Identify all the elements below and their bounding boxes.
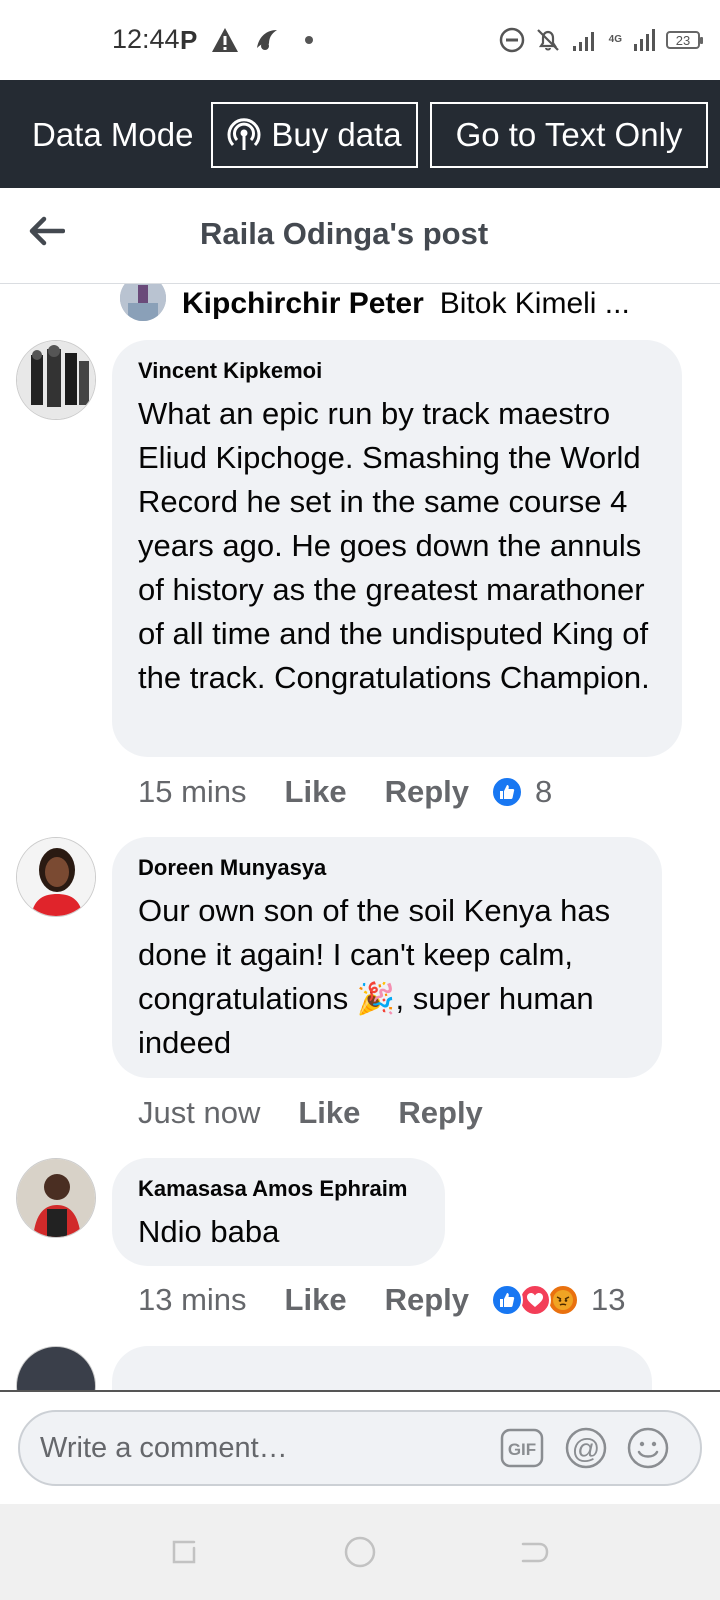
comment-bubble[interactable]: Vincent Kipkemoi What an epic run by tra…	[112, 340, 682, 757]
avatar[interactable]	[16, 837, 96, 917]
data-mode-bar: Data Mode Buy data Go to Text Only	[0, 80, 720, 188]
signal-icon-2	[634, 29, 655, 51]
system-nav-bar	[0, 1504, 720, 1600]
mention-label: @	[572, 1433, 600, 1464]
text-only-label: Go to Text Only	[455, 116, 683, 153]
comment-text: Ndio baba	[138, 1214, 280, 1249]
comment-bubble[interactable]	[112, 1346, 652, 1390]
smiley-icon	[627, 1427, 669, 1469]
buy-data-button[interactable]: Buy data	[211, 102, 418, 168]
reply-preview-text: Bitok Kimeli ...	[439, 287, 630, 320]
avatar[interactable]	[16, 340, 96, 420]
comments-feed[interactable]: Kipchirchir Peter Bitok Kimeli ... Vince…	[0, 284, 720, 1390]
home-icon	[344, 1536, 376, 1568]
back-nav-button[interactable]	[516, 1534, 552, 1570]
emoji-button[interactable]	[626, 1426, 670, 1470]
like-reaction-icon	[491, 776, 523, 808]
do-not-disturb-icon	[499, 27, 524, 53]
comment-actions: Just now Like Reply	[138, 1093, 521, 1133]
silent-bell-icon	[536, 29, 559, 51]
avatar[interactable]	[16, 1346, 96, 1390]
post-header: Raila Odinga's post	[0, 188, 720, 284]
love-reaction-icon	[519, 1284, 551, 1316]
reactions-summary[interactable]: 8	[491, 774, 552, 810]
home-button[interactable]	[342, 1534, 378, 1570]
mention-icon: @	[565, 1427, 607, 1469]
reactions-summary[interactable]: 13	[491, 1282, 625, 1318]
comment-bubble[interactable]: Doreen Munyasya Our own son of the soil …	[112, 837, 662, 1078]
gif-button[interactable]: GIF	[500, 1426, 544, 1470]
status-time: 12:44	[112, 24, 180, 54]
reply-button[interactable]: Reply	[385, 774, 469, 810]
status-bar: 12:44 P 4G 23	[0, 0, 720, 80]
text-only-button[interactable]: Go to Text Only	[430, 102, 708, 168]
p-icon: P	[180, 24, 198, 55]
back-button[interactable]	[26, 210, 68, 252]
comment-composer-area: GIF @	[0, 1390, 720, 1504]
angry-reaction-icon	[547, 1284, 579, 1316]
comment-input[interactable]	[40, 1426, 480, 1470]
app-notification-icon	[257, 30, 278, 50]
like-button[interactable]: Like	[285, 1282, 347, 1318]
reaction-count: 8	[535, 774, 553, 809]
like-button[interactable]: Like	[285, 774, 347, 810]
broadcast-icon	[227, 118, 261, 150]
commenter-name[interactable]: Vincent Kipkemoi	[138, 358, 656, 384]
like-reaction-icon	[491, 1284, 523, 1316]
commenter-name[interactable]: Kipchirchir Peter	[182, 287, 424, 321]
comment-text: What an epic run by track maestro Eliud …	[138, 396, 650, 695]
back-nav-icon	[521, 1542, 549, 1563]
comment-text: Our own son of the soil Kenya has done i…	[138, 889, 636, 1065]
comment-actions: 15 mins Like Reply 8	[138, 772, 552, 812]
commenter-name[interactable]: Doreen Munyasya	[138, 855, 636, 881]
network-type-label: 4G	[608, 34, 622, 45]
reaction-count: 13	[591, 1282, 626, 1317]
gif-icon: GIF	[500, 1428, 544, 1468]
like-button[interactable]: Like	[298, 1095, 360, 1131]
party-popper-emoji: 🎉	[356, 981, 396, 1016]
comment-time[interactable]: Just now	[138, 1095, 260, 1131]
avatar[interactable]	[120, 284, 166, 321]
comment-time[interactable]: 13 mins	[138, 1282, 247, 1318]
commenter-name[interactable]: Kamasasa Amos Ephraim	[138, 1176, 419, 1202]
reply-button[interactable]: Reply	[385, 1282, 469, 1318]
data-mode-label: Data Mode	[32, 116, 194, 153]
comment-composer[interactable]: GIF @	[18, 1410, 702, 1486]
comment-bubble[interactable]: Kamasasa Amos Ephraim Ndio baba	[112, 1158, 445, 1266]
avatar[interactable]	[16, 1158, 96, 1238]
comment-actions: 13 mins Like Reply 13	[138, 1280, 625, 1320]
recents-button[interactable]	[166, 1534, 202, 1570]
back-arrow-icon	[29, 216, 65, 246]
signal-icon	[572, 32, 594, 51]
comment-time[interactable]: 15 mins	[138, 774, 247, 810]
warning-icon	[212, 28, 239, 52]
more-notifications-dot	[305, 36, 314, 44]
buy-data-label: Buy data	[271, 116, 402, 153]
reply-preview[interactable]: Kipchirchir Peter Bitok Kimeli ...	[120, 284, 630, 324]
status-notification-icons: P	[180, 24, 314, 56]
gif-label: GIF	[508, 1440, 536, 1459]
reply-button[interactable]: Reply	[398, 1095, 482, 1131]
mention-button[interactable]: @	[564, 1426, 608, 1470]
recents-icon	[172, 1540, 196, 1564]
page-title: Raila Odinga's post	[200, 216, 489, 251]
battery-icon: 23	[666, 31, 703, 49]
status-system-icons: 4G 23	[499, 24, 703, 56]
